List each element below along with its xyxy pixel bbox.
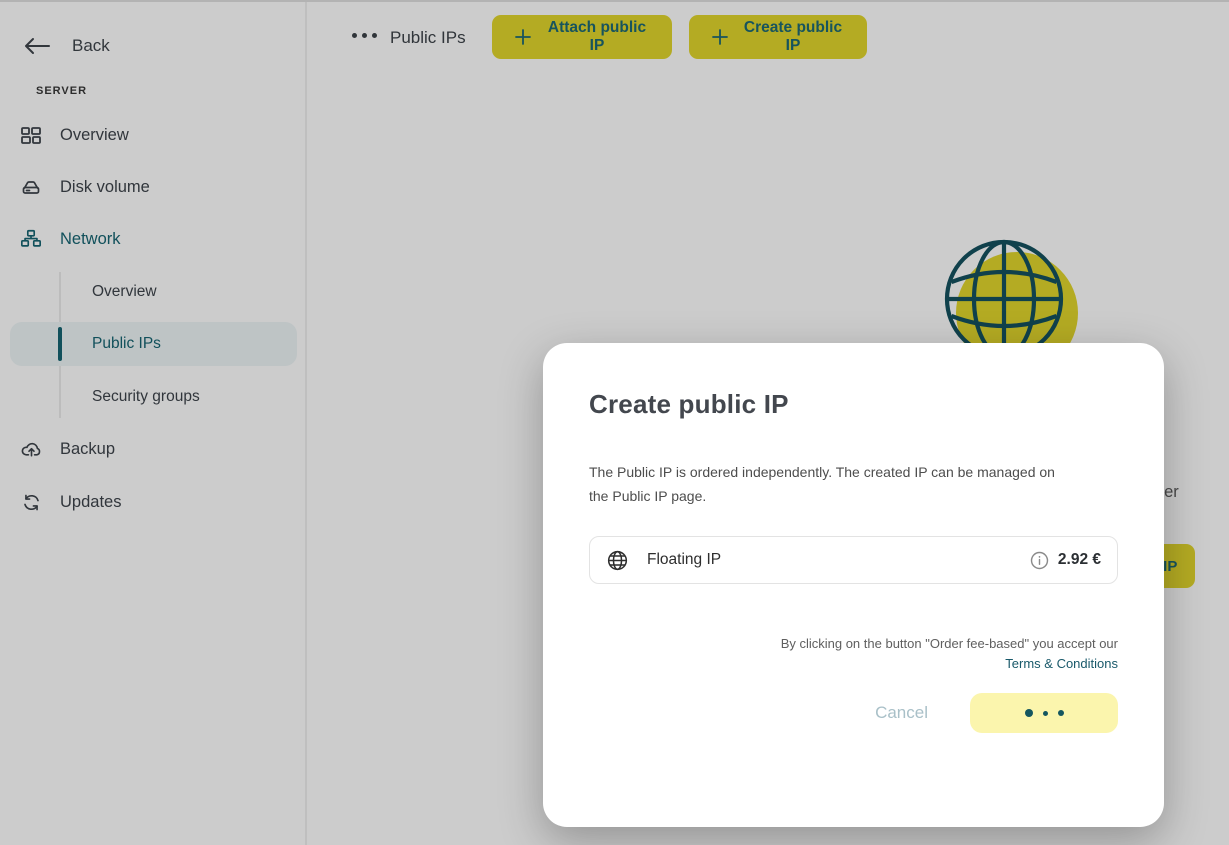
create-public-ip-modal: Create public IP The Public IP is ordere… bbox=[543, 343, 1164, 827]
modal-description: The Public IP is ordered independently. … bbox=[589, 460, 1067, 508]
ip-type-label: Floating IP bbox=[647, 551, 721, 569]
loading-dot bbox=[1025, 709, 1033, 717]
ip-price: 2.92 € bbox=[1058, 551, 1101, 569]
ip-type-select[interactable]: Floating IP 2.92 € bbox=[589, 536, 1118, 584]
order-submit-button-loading[interactable] bbox=[970, 693, 1118, 733]
info-icon[interactable] bbox=[1030, 551, 1049, 570]
terms-text: By clicking on the button "Order fee-bas… bbox=[589, 634, 1118, 674]
terms-link[interactable]: Terms & Conditions bbox=[1005, 656, 1118, 671]
modal-title: Create public IP bbox=[589, 389, 1118, 420]
modal-actions: Cancel bbox=[589, 693, 1118, 733]
app-root: Back SERVER Overview Disk volume bbox=[0, 0, 1229, 845]
loading-dot bbox=[1058, 710, 1064, 716]
cancel-button[interactable]: Cancel bbox=[875, 703, 928, 723]
globe-icon bbox=[606, 549, 629, 572]
loading-dot bbox=[1043, 711, 1048, 716]
